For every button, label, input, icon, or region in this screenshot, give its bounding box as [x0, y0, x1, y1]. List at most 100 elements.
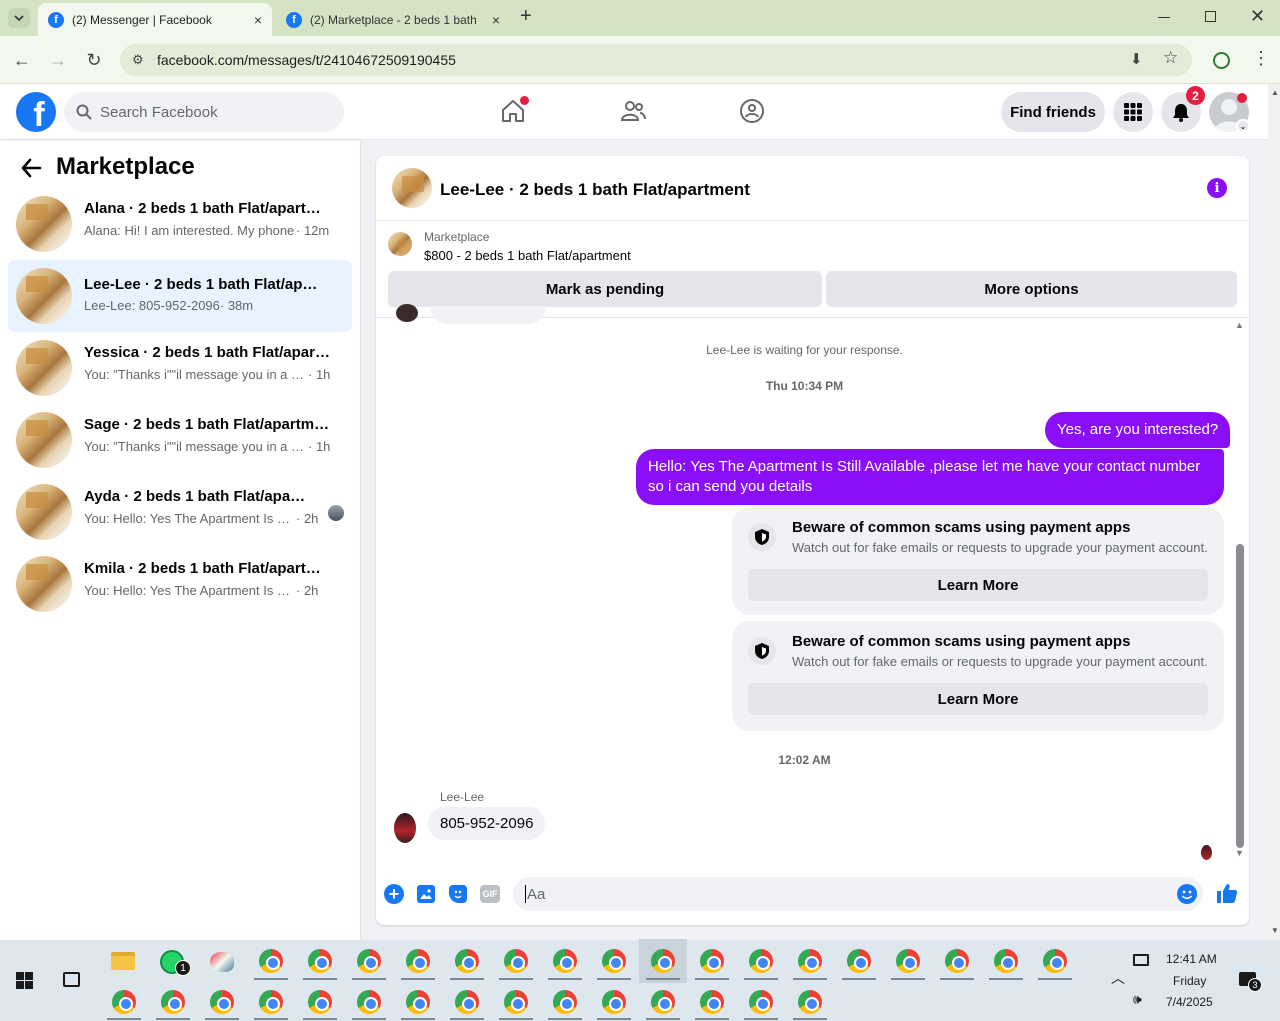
chrome-window-icon[interactable]: [504, 949, 528, 973]
thumbs-up-icon[interactable]: [1216, 882, 1238, 909]
paint-app-icon[interactable]: [210, 952, 234, 972]
learn-more-button[interactable]: Learn More: [748, 569, 1208, 601]
chrome-window-icon[interactable]: [161, 990, 185, 1014]
home-nav-icon[interactable]: [500, 96, 529, 129]
attach-photo-icon[interactable]: [417, 885, 435, 903]
notifications-button[interactable]: 2: [1161, 86, 1205, 132]
chrome-window-icon[interactable]: [504, 990, 528, 1014]
more-options-button[interactable]: More options: [826, 271, 1237, 307]
friends-nav-icon[interactable]: [620, 98, 646, 129]
chrome-window-icon[interactable]: [1043, 949, 1067, 973]
chat-header-title[interactable]: Lee-Lee · 2 beds 1 bath Flat/apartment: [440, 180, 750, 200]
chrome-window-icon[interactable]: [749, 990, 773, 1014]
close-tab-icon[interactable]: ×: [254, 12, 262, 28]
sender-avatar[interactable]: [394, 813, 416, 843]
chrome-window-icon[interactable]: [700, 990, 724, 1014]
groups-nav-icon[interactable]: [739, 98, 765, 129]
chrome-window-icon[interactable]: [259, 990, 283, 1014]
outgoing-message[interactable]: Hello: Yes The Apartment Is Still Availa…: [636, 449, 1224, 505]
scroll-up-arrow-icon[interactable]: ▲: [1235, 320, 1244, 330]
chrome-window-icon[interactable]: [112, 990, 136, 1014]
chrome-window-icon[interactable]: [700, 949, 724, 973]
chrome-window-icon[interactable]: [602, 949, 626, 973]
chrome-window-icon[interactable]: [553, 990, 577, 1014]
chat-scrollbar[interactable]: ▲ ▼: [1233, 318, 1247, 862]
chrome-window-icon[interactable]: [455, 990, 479, 1014]
chrome-window-icon[interactable]: [406, 990, 430, 1014]
network-icon[interactable]: [1133, 954, 1149, 966]
chrome-window-icon[interactable]: [651, 990, 675, 1014]
clock-day[interactable]: Friday: [1173, 974, 1206, 988]
chrome-window-icon[interactable]: [259, 949, 283, 973]
tab-search-button[interactable]: [8, 8, 30, 28]
clock-date[interactable]: 7/4/2025: [1166, 995, 1213, 1009]
site-info-icon[interactable]: ⚙: [132, 52, 144, 68]
sticker-icon[interactable]: [449, 885, 467, 903]
scrollbar-thumb[interactable]: [1236, 544, 1244, 848]
back-arrow-icon[interactable]: ←: [10, 48, 34, 72]
emoji-icon[interactable]: [1177, 884, 1197, 904]
menu-grid-button[interactable]: [1113, 92, 1153, 132]
show-hidden-icons-chevron[interactable]: ︿: [1111, 968, 1125, 988]
file-explorer-icon[interactable]: [111, 952, 135, 970]
restore-window-icon[interactable]: [1205, 11, 1216, 22]
gif-icon[interactable]: GIF: [480, 885, 500, 903]
new-tab-button[interactable]: +: [520, 5, 532, 28]
browser-tab-marketplace[interactable]: f (2) Marketplace - 2 beds 1 bath ×: [276, 3, 510, 36]
minimize-window-icon[interactable]: [1158, 17, 1170, 18]
chrome-window-icon[interactable]: [553, 949, 577, 973]
incoming-message[interactable]: 805-952-2096: [428, 807, 546, 840]
account-chevron-icon[interactable]: ⌄: [1236, 119, 1250, 133]
chrome-window-icon[interactable]: [994, 949, 1018, 973]
address-bar[interactable]: ⚙ facebook.com/messages/t/24104672509190…: [120, 44, 1192, 76]
find-friends-button[interactable]: Find friends: [1001, 92, 1105, 132]
conversation-item[interactable]: Alana · 2 beds 1 bath Flat/apartment Ala…: [8, 192, 352, 256]
scroll-down-arrow-icon[interactable]: ▼: [1235, 848, 1244, 858]
conversation-item[interactable]: Ayda · 2 beds 1 bath Flat/apartment You:…: [8, 480, 352, 544]
clock-time[interactable]: 12:41 AM: [1166, 952, 1217, 966]
chrome-window-icon[interactable]: [651, 949, 675, 973]
browser-menu-icon[interactable]: ⋮: [1252, 48, 1270, 69]
chrome-window-icon[interactable]: [455, 949, 479, 973]
start-button-icon[interactable]: [16, 972, 33, 989]
scroll-up-arrow-icon[interactable]: ▲: [1271, 88, 1279, 97]
info-icon[interactable]: i: [1207, 178, 1227, 198]
volume-icon[interactable]: 🕪: [1133, 991, 1142, 1008]
chrome-window-icon[interactable]: [210, 990, 234, 1014]
conversation-item[interactable]: Sage · 2 beds 1 bath Flat/apartment You:…: [8, 408, 352, 472]
outgoing-message[interactable]: Yes, are you interested?: [1045, 412, 1231, 448]
chrome-window-icon[interactable]: [945, 949, 969, 973]
close-window-icon[interactable]: ✕: [1250, 6, 1265, 27]
scroll-down-arrow-icon[interactable]: ▼: [1271, 926, 1279, 935]
chrome-window-icon[interactable]: [602, 990, 626, 1014]
chrome-window-icon[interactable]: [308, 990, 332, 1014]
chrome-window-icon[interactable]: [357, 949, 381, 973]
close-tab-icon[interactable]: ×: [492, 12, 500, 28]
profile-icon[interactable]: [1213, 52, 1230, 69]
listing-title-price[interactable]: $800 - 2 beds 1 bath Flat/apartment: [424, 248, 631, 263]
conversation-item[interactable]: Kmila · 2 beds 1 bath Flat/apartment You…: [8, 552, 352, 616]
chrome-window-icon[interactable]: [847, 949, 871, 973]
mark-as-pending-button[interactable]: Mark as pending: [388, 271, 822, 307]
facebook-logo[interactable]: f: [16, 92, 56, 132]
chrome-window-icon[interactable]: [749, 949, 773, 973]
chrome-window-icon[interactable]: [798, 949, 822, 973]
browser-tab-messenger[interactable]: f (2) Messenger | Facebook ×: [38, 3, 272, 36]
more-actions-icon[interactable]: +: [384, 884, 404, 904]
learn-more-button[interactable]: Learn More: [748, 683, 1208, 715]
conversation-item-selected[interactable]: Lee-Lee · 2 beds 1 bath Flat/apartment L…: [8, 260, 352, 332]
chrome-window-icon[interactable]: [406, 949, 430, 973]
reload-icon[interactable]: ↻: [82, 48, 106, 72]
chrome-window-icon[interactable]: [357, 990, 381, 1014]
back-button[interactable]: [20, 157, 42, 184]
install-app-icon[interactable]: ⬇: [1130, 50, 1143, 68]
chrome-window-icon[interactable]: [896, 949, 920, 973]
message-input[interactable]: Aa: [513, 877, 1203, 911]
forward-arrow-icon[interactable]: →: [46, 48, 70, 72]
chat-listing-thumbnail[interactable]: [392, 168, 432, 208]
task-view-icon[interactable]: [63, 972, 80, 987]
conversation-item[interactable]: Yessica · 2 beds 1 bath Flat/apartment Y…: [8, 336, 352, 400]
bookmark-star-icon[interactable]: ☆: [1163, 48, 1178, 68]
page-scrollbar[interactable]: ▲ ▼: [1268, 84, 1280, 940]
search-input[interactable]: Search Facebook: [64, 92, 344, 132]
